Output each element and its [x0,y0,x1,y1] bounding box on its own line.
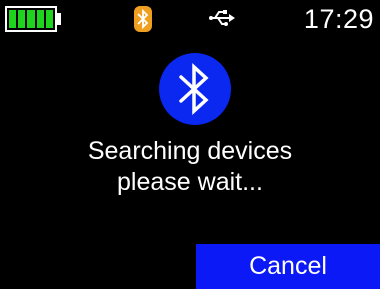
cancel-button[interactable]: Cancel [196,244,380,289]
status-message-line2: please wait... [117,168,263,196]
battery-cell [27,10,35,28]
battery-cell [9,10,17,28]
clock: 17:29 [303,4,374,34]
bluetooth-icon [159,53,231,125]
device-screen: 17:29 Searching devices please wait... C… [0,0,380,289]
battery-cell [18,10,26,28]
battery-tip [57,13,61,25]
status-message-line1: Searching devices [87,137,293,165]
bluetooth-status-icon [134,6,152,32]
battery-cell [45,10,54,28]
usb-icon [209,9,235,27]
battery-icon [5,6,57,32]
battery-cell [36,10,44,28]
